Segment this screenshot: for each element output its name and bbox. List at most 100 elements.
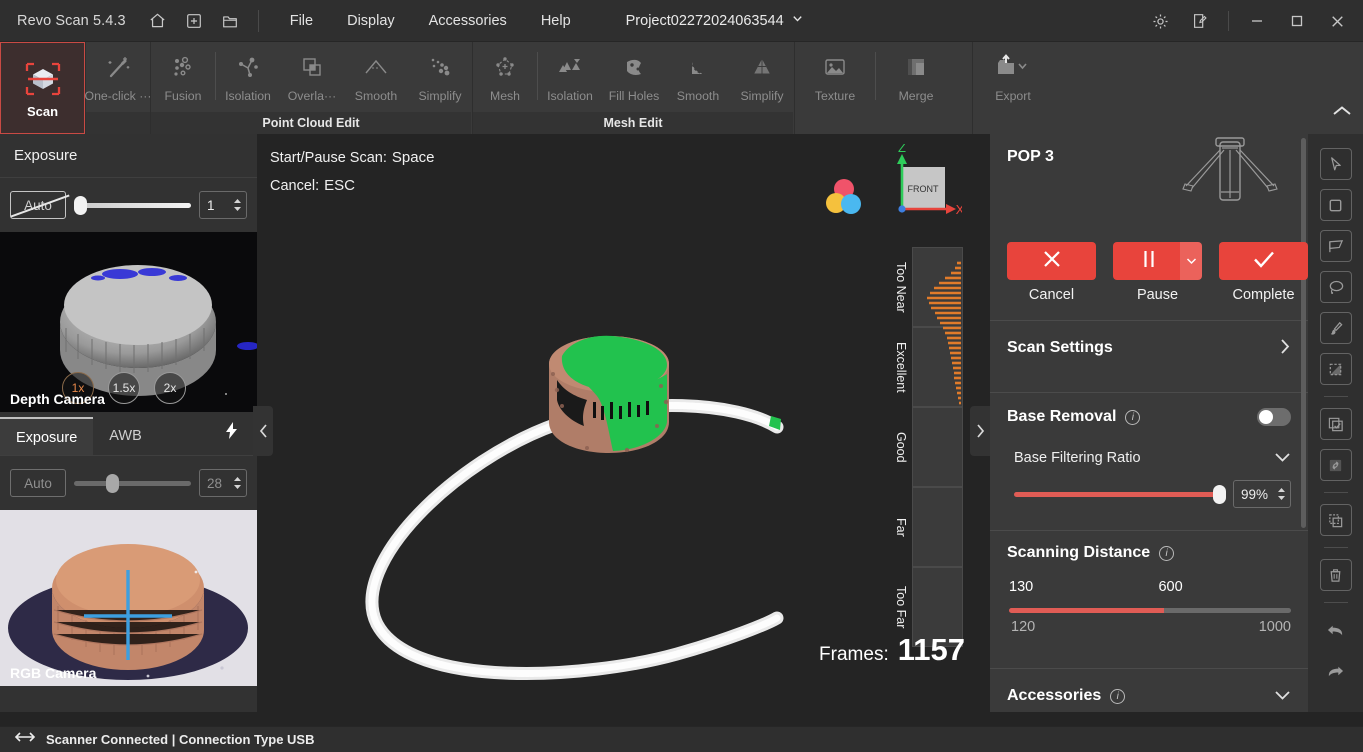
ribbon-merge-button[interactable]: Merge	[876, 42, 956, 112]
lasso-select-icon[interactable]	[1319, 271, 1352, 303]
ribbon-oneclick-button[interactable]: One-click ···	[85, 42, 151, 112]
left-panel-collapse-chevron-left-icon[interactable]	[253, 406, 273, 456]
accessories-section[interactable]: Accessories i	[990, 669, 1308, 712]
scanning-distance-info-icon[interactable]: i	[1159, 545, 1175, 561]
rgb-exposure-stepper[interactable]	[233, 476, 242, 490]
ribbon-mesh-simplify-button[interactable]: Simplify	[730, 42, 794, 112]
rectangle-select-icon[interactable]	[1319, 189, 1352, 221]
cancel-scan-button[interactable]: Cancel	[1007, 242, 1096, 303]
ribbon-fill-holes-button[interactable]: Fill Holes	[602, 42, 666, 112]
depth-exposure-slider[interactable]	[74, 195, 191, 215]
rgb-auto-button[interactable]: Auto	[10, 469, 66, 497]
redo-icon[interactable]	[1320, 655, 1352, 687]
main-area: Exposure Auto 1 1x 1.5x 2x Depth Camera …	[0, 134, 1363, 726]
delete-trash-icon[interactable]	[1319, 559, 1352, 591]
close-button[interactable]	[1317, 0, 1357, 42]
complete-scan-button[interactable]: Complete	[1219, 242, 1308, 303]
tool-separator-4	[1323, 602, 1348, 603]
close-x-icon	[1041, 248, 1063, 275]
ribbon-pc-smooth-button[interactable]: Smooth	[344, 42, 408, 112]
scan-viewport[interactable]: Start/Pause Scan: Space Cancel: ESC FRON…	[257, 134, 990, 712]
rgb-exposure-slider[interactable]	[74, 473, 191, 493]
home-icon[interactable]	[144, 7, 172, 35]
meter-cell-too-near	[912, 247, 963, 327]
base-filtering-ratio-stepper[interactable]	[1277, 487, 1286, 501]
project-selector[interactable]: Project02272024063544	[626, 12, 804, 29]
menu-help[interactable]: Help	[524, 7, 588, 35]
ribbon-mesh-smooth-button[interactable]: Smooth	[666, 42, 730, 112]
scanning-distance-min-marker: 130	[1009, 579, 1034, 595]
flash-bolt-icon[interactable]	[224, 421, 239, 445]
copy-icon[interactable]	[1319, 504, 1352, 536]
menu-file[interactable]: File	[273, 7, 330, 35]
select-all-icon[interactable]	[1319, 408, 1352, 440]
tool-separator-3	[1323, 547, 1348, 548]
ribbon-collapse-chevron-up-icon[interactable]	[1331, 102, 1353, 123]
brush-icon[interactable]	[1319, 312, 1352, 344]
ribbon-mesh-button[interactable]: Mesh	[473, 42, 537, 112]
color-mode-icon[interactable]	[823, 176, 865, 218]
ribbon-caption-oneclick	[86, 112, 150, 134]
invert-selection-icon[interactable]	[1319, 449, 1352, 481]
depth-exposure-stepper[interactable]	[233, 198, 242, 212]
scan-action-buttons: Cancel Pause Complete	[990, 242, 1308, 303]
cursor-select-icon[interactable]	[1319, 148, 1352, 180]
new-project-icon[interactable]	[180, 7, 208, 35]
menu-display[interactable]: Display	[330, 7, 412, 35]
depth-zoom-2x[interactable]: 2x	[154, 372, 186, 404]
ribbon-group-export: Export	[973, 42, 1053, 134]
feedback-note-icon[interactable]	[1180, 0, 1220, 42]
undo-icon[interactable]	[1320, 614, 1352, 646]
pause-scan-button[interactable]: Pause	[1113, 242, 1202, 303]
gradient-select-icon[interactable]	[1319, 353, 1352, 385]
pause-options-chevron-down-icon[interactable]	[1180, 242, 1202, 280]
scanning-distance-slider[interactable]	[1009, 601, 1291, 619]
ribbon-scan-button[interactable]: Scan	[0, 42, 85, 134]
ribbon-export-button[interactable]: Export	[973, 42, 1053, 112]
maximize-button[interactable]	[1277, 0, 1317, 42]
right-panel-collapse-chevron-right-icon[interactable]	[970, 406, 990, 456]
titlebar-divider	[257, 9, 259, 32]
ribbon-overlap-button[interactable]: Overla···	[280, 42, 344, 112]
base-filtering-chevron-down-icon[interactable]	[1274, 450, 1291, 467]
menu-accessories[interactable]: Accessories	[412, 7, 524, 35]
ribbon-pc-simplify-button[interactable]: Simplify	[408, 42, 472, 112]
tool-separator-1	[1323, 396, 1348, 397]
depth-exposure-value[interactable]: 1	[199, 191, 247, 219]
base-filtering-ratio-slider[interactable]	[1014, 484, 1226, 504]
titlebar-icon-group	[144, 7, 244, 35]
accessories-info-icon[interactable]: i	[1110, 688, 1126, 704]
base-removal-info-icon[interactable]: i	[1125, 409, 1141, 425]
depth-exposure-controls: Auto 1	[0, 178, 257, 232]
tab-awb[interactable]: AWB	[93, 417, 158, 455]
ribbon-texture-button[interactable]: Texture	[795, 42, 875, 112]
complete-scan-label: Complete	[1232, 287, 1295, 303]
rgb-camera-preview[interactable]: RGB Camera	[0, 510, 257, 686]
open-folder-icon[interactable]	[216, 7, 244, 35]
minimize-button[interactable]	[1237, 0, 1277, 42]
smooth-icon	[361, 50, 391, 84]
settings-gear-icon[interactable]	[1140, 0, 1180, 42]
depth-camera-preview[interactable]: 1x 1.5x 2x Depth Camera	[0, 232, 257, 412]
chevron-down-icon	[791, 12, 804, 29]
base-filtering-ratio-row[interactable]: Base Filtering Ratio	[990, 441, 1308, 475]
axis-gizmo[interactable]: FRONT Z X	[872, 140, 965, 229]
base-removal-toggle[interactable]	[1257, 408, 1291, 426]
ribbon-mesh-isolation-button[interactable]: Isolation	[538, 42, 602, 112]
base-filtering-ratio-value[interactable]: 99%	[1233, 480, 1291, 508]
tab-exposure[interactable]: Exposure	[0, 417, 94, 455]
ribbon-pc-isolation-button[interactable]: Isolation	[216, 42, 280, 112]
rgb-exposure-value[interactable]: 28	[199, 469, 247, 497]
ribbon-row-texture: Texture Merge	[795, 42, 972, 112]
rgb-exposure-controls: Auto 28	[0, 456, 257, 510]
polygon-select-icon[interactable]	[1319, 230, 1352, 262]
rgb-auto-label: Auto	[24, 475, 52, 491]
distance-meter-bars	[912, 247, 963, 647]
tool-separator-2	[1323, 492, 1348, 493]
status-text: Scanner Connected | Connection Type USB	[46, 732, 315, 747]
svg-text:FRONT: FRONT	[908, 184, 939, 194]
depth-zoom-1-5x[interactable]: 1.5x	[108, 372, 140, 404]
ribbon-fusion-button[interactable]: Fusion	[151, 42, 215, 112]
depth-auto-button[interactable]: Auto	[10, 191, 66, 219]
scan-settings-section[interactable]: Scan Settings	[990, 321, 1308, 375]
